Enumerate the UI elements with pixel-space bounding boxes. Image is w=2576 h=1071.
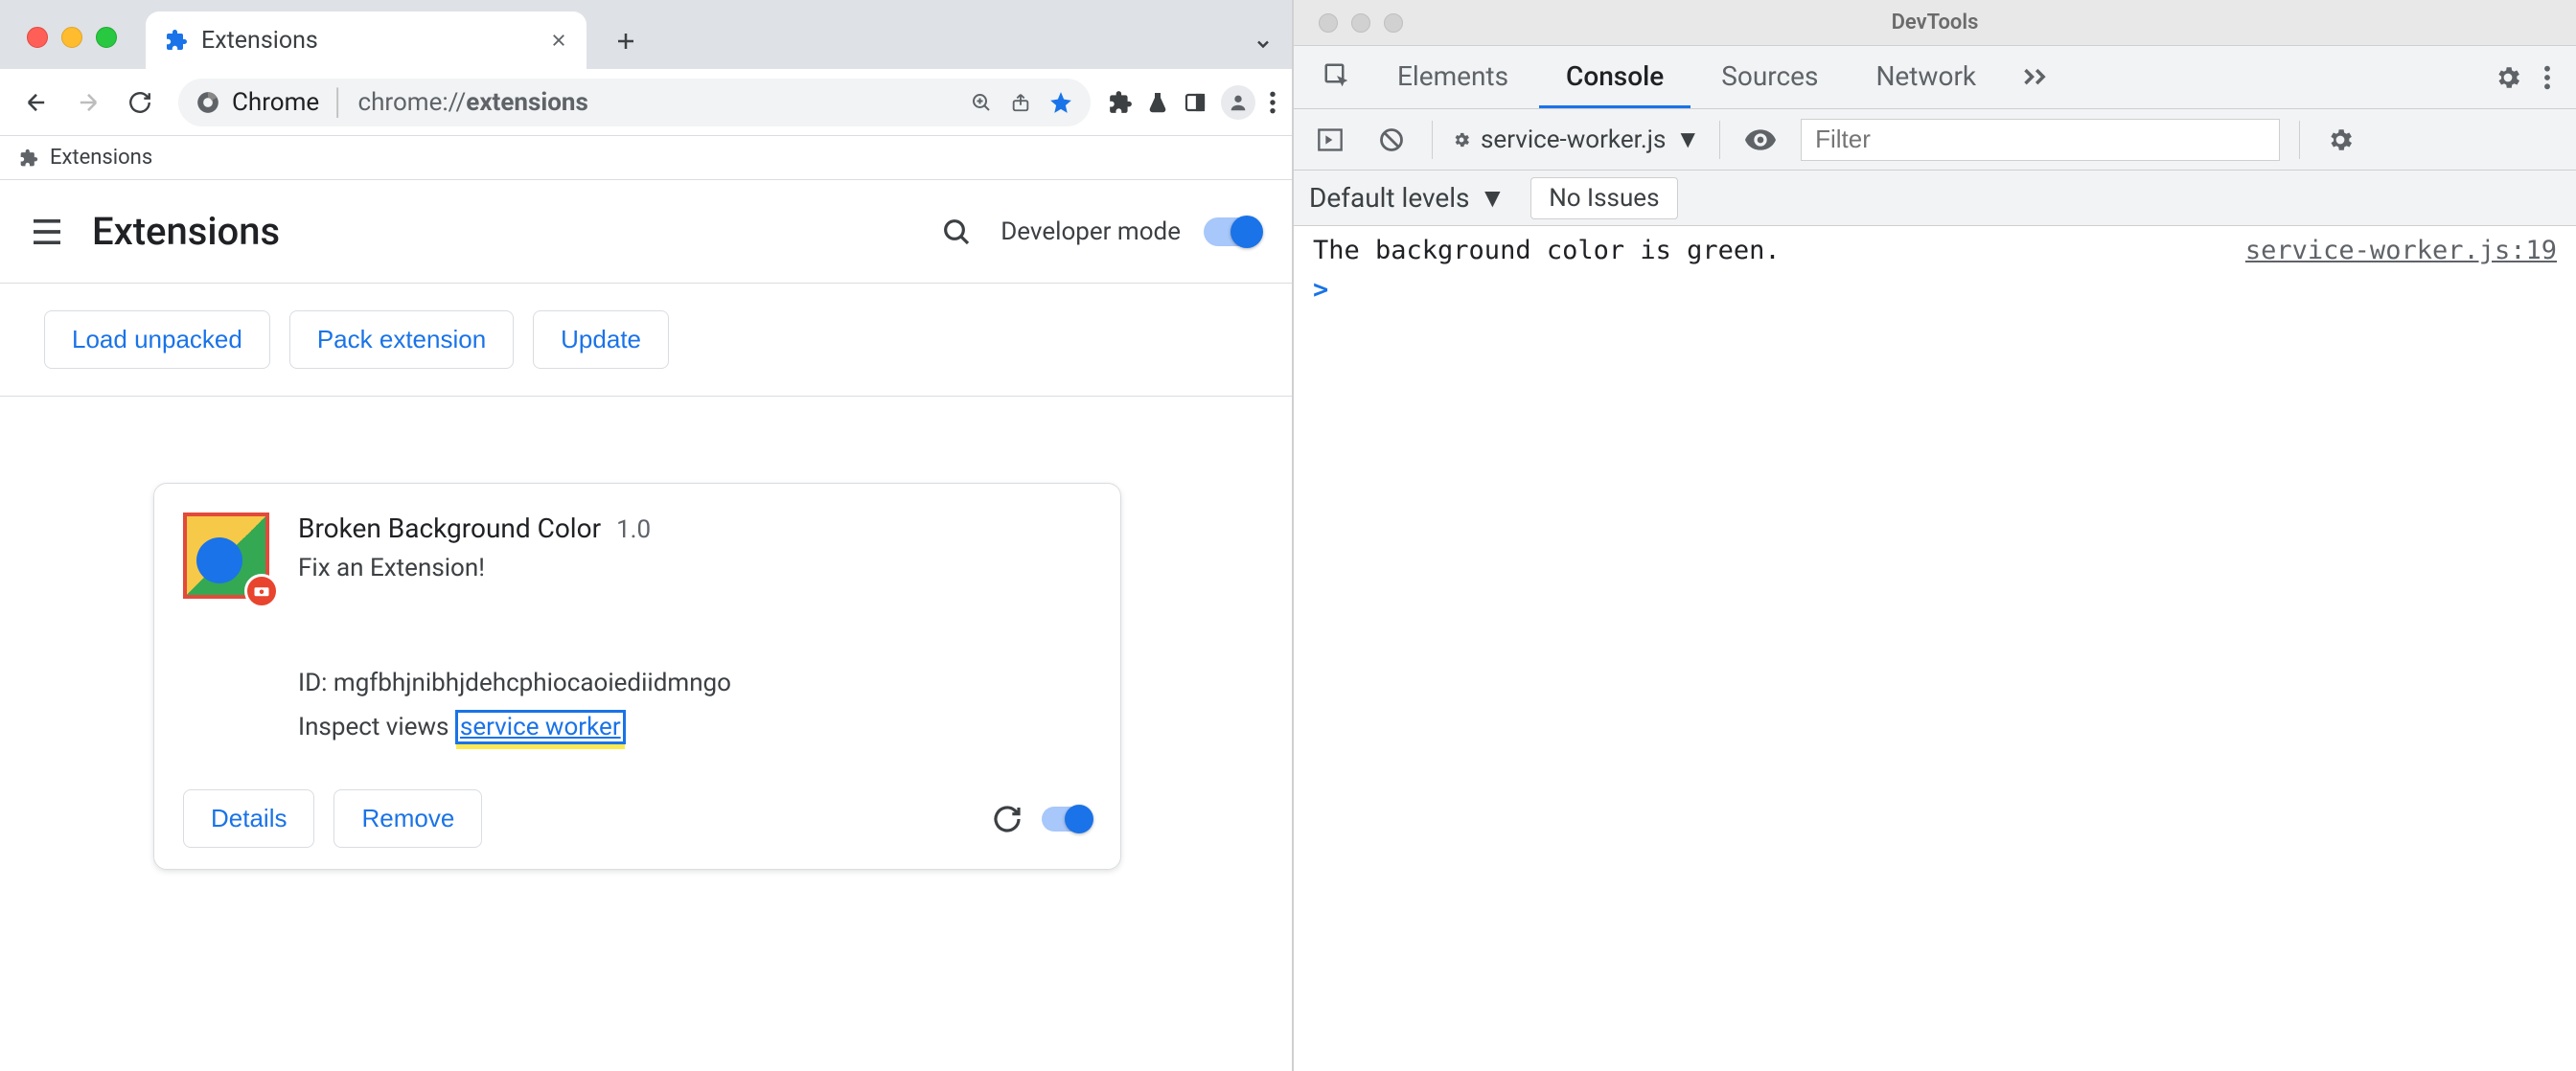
tab-title: Extensions: [201, 27, 537, 55]
chevron-down-icon: ▼: [1480, 182, 1506, 214]
chrome-window: Extensions Chrome │ chrom: [0, 0, 1294, 1071]
tab-network[interactable]: Network: [1849, 46, 2003, 108]
load-unpacked-button[interactable]: Load unpacked: [44, 310, 270, 369]
console-log-row: The background color is green. service-w…: [1313, 236, 2557, 265]
toolbar-right: [1108, 85, 1276, 120]
update-button[interactable]: Update: [533, 310, 669, 369]
maximize-window-button[interactable]: [96, 27, 117, 48]
context-label: service-worker.js: [1481, 125, 1666, 154]
address-bar[interactable]: Chrome │ chrome://extensions: [178, 79, 1091, 126]
bookmark-star-icon[interactable]: [1048, 90, 1073, 115]
settings-icon[interactable]: [2494, 63, 2522, 92]
chevron-down-icon: ▼: [1675, 125, 1700, 154]
console-output: The background color is green. service-w…: [1294, 226, 2576, 1071]
extensions-icon[interactable]: [1108, 90, 1133, 115]
minimize-window-button[interactable]: [61, 27, 82, 48]
extension-app-icon: [183, 513, 269, 599]
tab-sources[interactable]: Sources: [1694, 46, 1845, 108]
chrome-menu-icon[interactable]: [1269, 90, 1276, 115]
side-panel-icon[interactable]: [1183, 91, 1208, 114]
reload-button[interactable]: [119, 81, 161, 124]
console-log-source[interactable]: service-worker.js:19: [2245, 236, 2557, 265]
execution-context-selector[interactable]: service-worker.js ▼: [1452, 125, 1700, 154]
devtools-menu-icon[interactable]: [2543, 64, 2551, 91]
console-prompt[interactable]: >: [1313, 265, 2557, 305]
unpacked-badge-icon: [244, 574, 279, 608]
extensions-header: Extensions Developer mode: [0, 180, 1292, 284]
zoom-icon[interactable]: [970, 91, 993, 114]
extension-id-row: ID: mgfbhjnibhjdehcphiocaoiediidmngo: [298, 669, 731, 697]
devtools-tabs: Elements Console Sources Network: [1294, 46, 2576, 109]
omnibox-actions: [970, 90, 1073, 115]
bookmark-extension-icon: [19, 148, 38, 168]
close-tab-button[interactable]: [550, 32, 567, 49]
browser-toolbar: Chrome │ chrome://extensions: [0, 69, 1292, 136]
developer-mode-toggle[interactable]: [1204, 217, 1261, 246]
extensions-list: Broken Background Color 1.0 Fix an Exten…: [0, 397, 1292, 1071]
issues-button[interactable]: No Issues: [1530, 177, 1677, 219]
extension-id: mgfbhjnibhjdehcphiocaoiediidmngo: [334, 669, 731, 697]
back-button[interactable]: [15, 81, 58, 124]
toggle-sidebar-icon[interactable]: [1309, 119, 1351, 161]
log-levels-selector[interactable]: Default levels ▼: [1309, 182, 1506, 214]
tab-elements[interactable]: Elements: [1370, 46, 1535, 108]
extension-meta: Broken Background Color 1.0 Fix an Exten…: [298, 513, 731, 741]
console-filter-input[interactable]: [1801, 119, 2280, 161]
browser-tab[interactable]: Extensions: [146, 11, 586, 69]
live-expression-icon[interactable]: [1739, 119, 1782, 161]
window-controls: [0, 27, 117, 69]
extensions-page: Extensions Developer mode Load unpacked …: [0, 180, 1292, 1071]
menu-icon[interactable]: [31, 218, 63, 245]
details-button[interactable]: Details: [183, 789, 314, 848]
close-window-button[interactable]: [27, 27, 48, 48]
share-icon[interactable]: [1010, 91, 1031, 114]
extension-card: Broken Background Color 1.0 Fix an Exten…: [153, 483, 1121, 870]
bookmarks-bar: Extensions: [0, 136, 1292, 180]
console-settings-icon[interactable]: [2319, 119, 2361, 161]
search-icon[interactable]: [941, 216, 972, 247]
developer-actions: Load unpacked Pack extension Update: [0, 284, 1292, 397]
omnibox-origin: Chrome: [232, 88, 319, 117]
devtools-title: DevTools: [1294, 11, 2576, 34]
omnibox-separator: │: [331, 87, 346, 117]
more-tabs-icon[interactable]: [2007, 46, 2064, 108]
tab-strip: Extensions: [0, 0, 1292, 69]
tab-console[interactable]: Console: [1539, 46, 1690, 108]
extension-icon: [165, 29, 188, 52]
developer-mode-label: Developer mode: [1000, 217, 1181, 246]
tabs-dropdown-button[interactable]: [1254, 34, 1273, 54]
omnibox-url: chrome://extensions: [357, 88, 587, 117]
page-title: Extensions: [92, 209, 912, 254]
extension-version: 1.0: [616, 515, 651, 544]
pack-extension-button[interactable]: Pack extension: [289, 310, 514, 369]
console-toolbar-secondary: Default levels ▼ No Issues: [1294, 171, 2576, 226]
service-worker-link[interactable]: service worker: [455, 710, 626, 744]
remove-button[interactable]: Remove: [334, 789, 482, 848]
extension-enable-toggle[interactable]: [1042, 807, 1092, 832]
card-actions: Details Remove: [183, 789, 1092, 848]
extension-name: Broken Background Color: [298, 513, 601, 544]
bookmark-label[interactable]: Extensions: [50, 146, 152, 170]
extension-description: Fix an Extension!: [298, 554, 731, 582]
developer-mode-row: Developer mode: [1000, 217, 1261, 246]
inspect-views-row: Inspect views service worker: [298, 713, 731, 741]
reload-extension-icon[interactable]: [992, 804, 1023, 834]
console-log-message: The background color is green.: [1313, 236, 2245, 265]
site-info-icon[interactable]: [196, 90, 220, 115]
forward-button[interactable]: [67, 81, 109, 124]
profile-avatar[interactable]: [1221, 85, 1255, 120]
console-toolbar: service-worker.js ▼: [1294, 109, 2576, 171]
labs-icon[interactable]: [1146, 90, 1169, 115]
inspect-element-icon[interactable]: [1307, 46, 1367, 108]
devtools-window: DevTools Elements Console Sources Networ…: [1294, 0, 2576, 1071]
new-tab-button[interactable]: [602, 17, 650, 65]
clear-console-icon[interactable]: [1370, 119, 1413, 161]
devtools-titlebar: DevTools: [1294, 0, 2576, 46]
